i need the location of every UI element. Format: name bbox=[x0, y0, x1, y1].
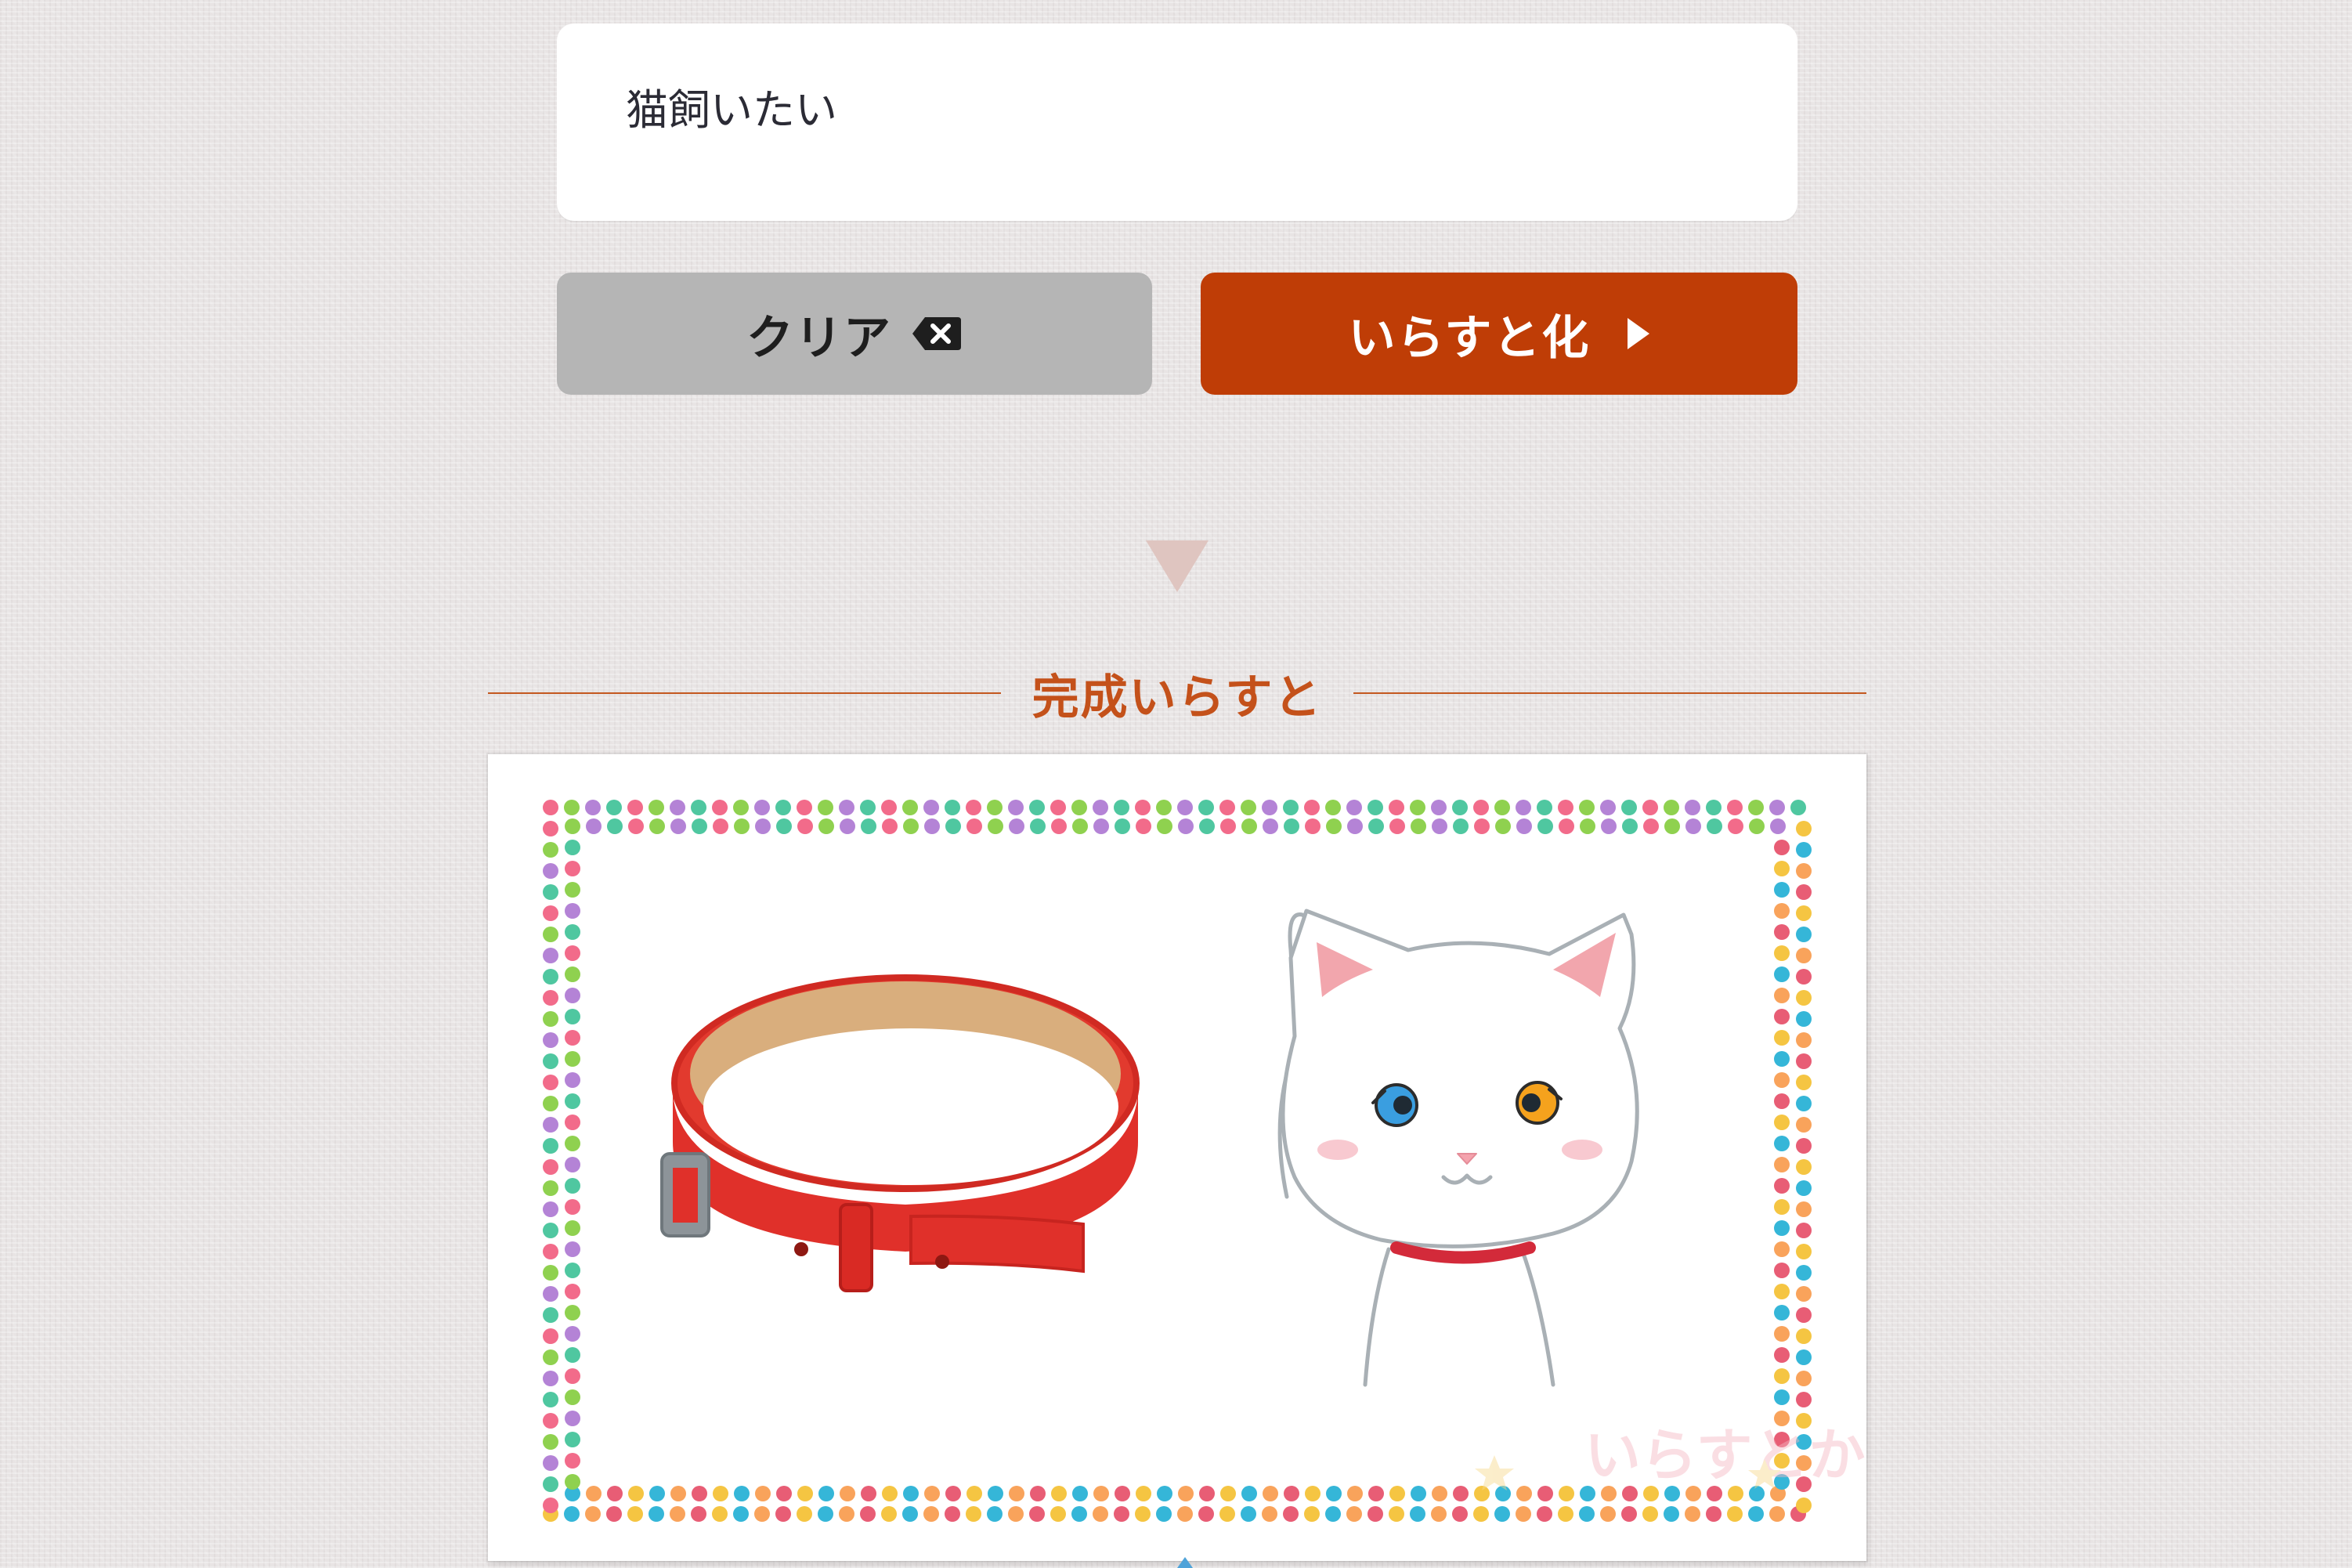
backspace-icon bbox=[911, 316, 963, 352]
result-illustration: いらすとか bbox=[543, 800, 1866, 1522]
clear-button-label: クリア bbox=[746, 310, 892, 366]
convert-button[interactable]: いらすと化 bbox=[1201, 273, 1797, 395]
result-illustration-card: いらすとか bbox=[488, 754, 1866, 1561]
convert-button-label: いらすと化 bbox=[1348, 310, 1591, 366]
text-input[interactable]: 猫飼いたい bbox=[557, 23, 1797, 221]
watermark-logo: いらすとか bbox=[1475, 1425, 1866, 1490]
heading-divider-left bbox=[488, 692, 1001, 694]
text-input-value: 猫飼いたい bbox=[626, 85, 837, 135]
heading-divider-right bbox=[1353, 692, 1866, 694]
svg-text:いらすとか: いらすとか bbox=[1584, 1425, 1866, 1487]
play-triangle-icon bbox=[1628, 318, 1650, 349]
down-triangle-icon bbox=[1146, 540, 1209, 592]
result-heading: 完成いらすと bbox=[488, 658, 1866, 728]
clear-button[interactable]: クリア bbox=[557, 273, 1152, 395]
scroll-marker-icon bbox=[1177, 1557, 1193, 1568]
result-heading-text: 完成いらすと bbox=[1031, 670, 1323, 725]
cat-illustration bbox=[1277, 909, 1639, 1387]
collar-illustration bbox=[660, 974, 1140, 1292]
